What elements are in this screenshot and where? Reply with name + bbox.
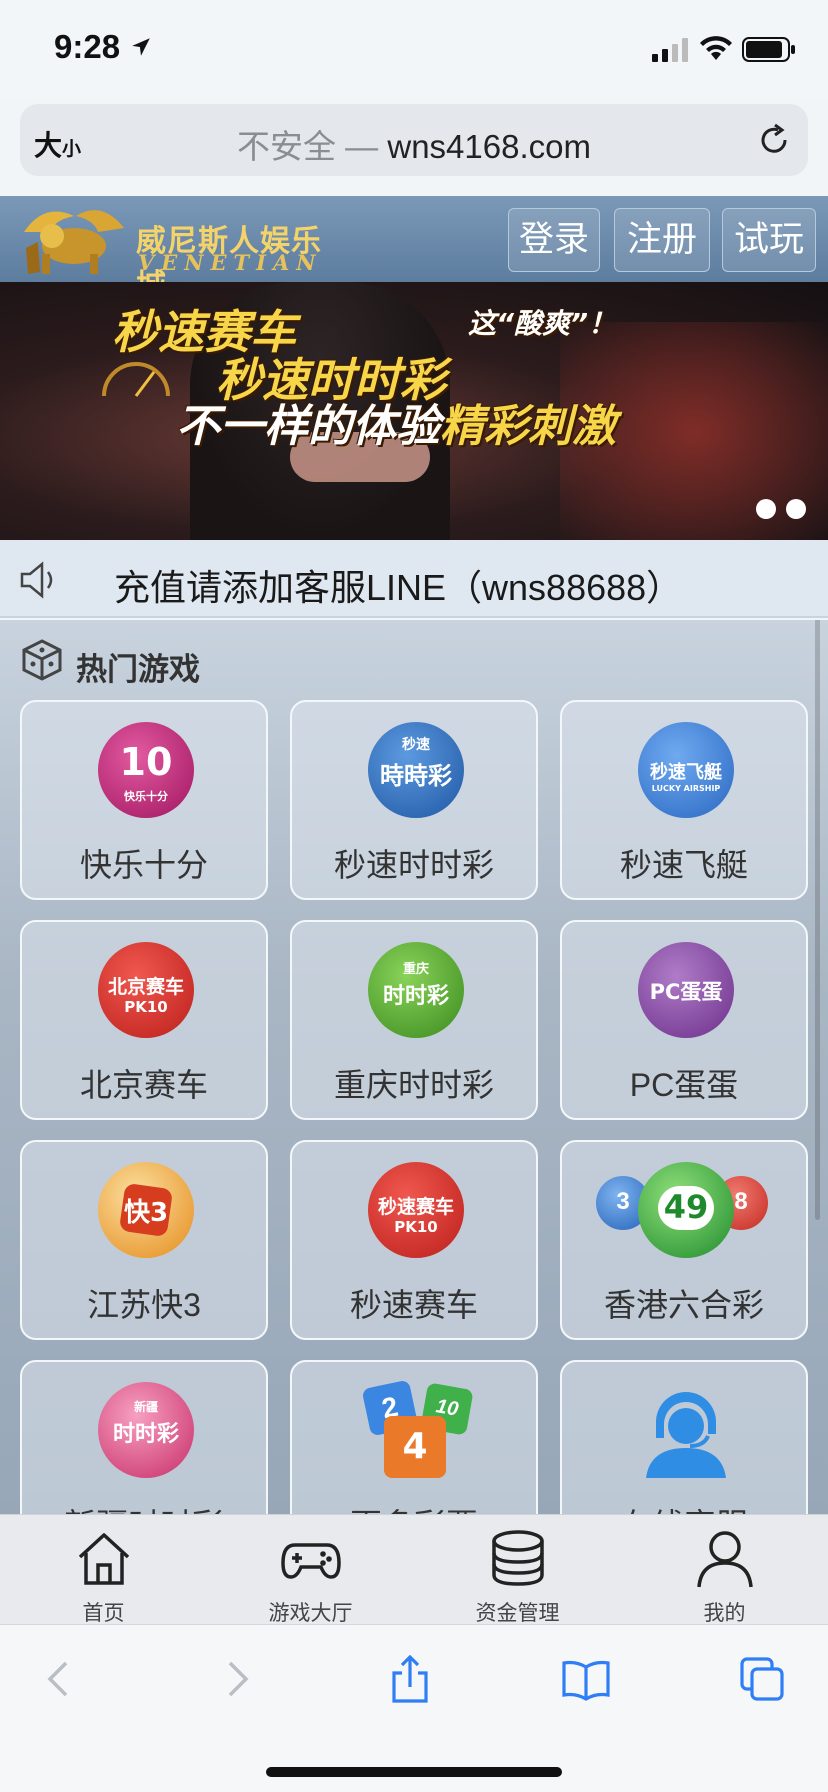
- bookmarks-icon[interactable]: [562, 1655, 610, 1703]
- status-bar: 9:28: [0, 0, 828, 100]
- game-label: 在线客服: [562, 1500, 806, 1514]
- notice-text: 充值请添加客服LINE（wns88688）: [114, 567, 683, 608]
- game-label: 香港六合彩: [603, 1287, 764, 1323]
- wifi-icon: [700, 36, 732, 60]
- home-icon: [78, 1533, 130, 1585]
- battery-icon: [742, 37, 795, 62]
- game-label: 北京赛车: [79, 1067, 208, 1103]
- winged-lion-icon: [24, 210, 124, 274]
- register-button[interactable]: 注册: [614, 208, 710, 272]
- reload-icon[interactable]: [756, 122, 792, 158]
- game-card-miaosu-feiting[interactable]: 秒速飞艇 LUCKY AIRSHIP 秒速飞艇: [560, 700, 808, 900]
- game-card-xinjiang-shishicai[interactable]: 新疆 时时彩 新疆时时彩: [20, 1360, 268, 1514]
- address-bar[interactable]: 大小 不安全 — wns4168.com: [20, 104, 808, 176]
- browser-toolbar: [0, 1624, 828, 1792]
- domain-label: wns4168.com: [387, 128, 591, 165]
- miaosu-feiting-icon: 秒速飞艇 LUCKY AIRSHIP: [638, 722, 734, 818]
- coins-icon: [492, 1530, 544, 1586]
- url-display[interactable]: 不安全 — wns4168.com: [20, 120, 808, 168]
- customer-service-icon: [646, 1392, 726, 1478]
- trial-button[interactable]: 试玩: [722, 208, 816, 272]
- carousel-dot[interactable]: [786, 499, 806, 519]
- game-card-kuaile-shifen[interactable]: 10 快乐十分 快乐十分: [20, 700, 268, 900]
- game-label: 更多彩票: [292, 1500, 536, 1514]
- tab-game-lobby[interactable]: 游戏大厅: [207, 1515, 414, 1625]
- cellular-signal-icon: [652, 38, 688, 62]
- game-card-hk-liuhecai[interactable]: 3 8 49 香港六合彩: [560, 1140, 808, 1340]
- game-card-customer-service[interactable]: 在线客服: [560, 1360, 808, 1514]
- miaosu-saiche-icon: 秒速赛车 PK10: [368, 1162, 464, 1258]
- tab-label: 游戏大厅: [268, 1602, 353, 1625]
- dice-icon: [22, 639, 62, 681]
- tab-funds[interactable]: 资金管理: [414, 1515, 621, 1625]
- game-section: 热门游戏 10 快乐十分 快乐十分 秒速 時時彩 秒速时时彩 秒速飞艇 LUCK…: [0, 620, 828, 1514]
- promo-banner[interactable]: 秒速赛车 这“酸爽”！ 秒速时时彩 不一样的体验精彩刺激: [0, 282, 828, 540]
- carousel-dot[interactable]: [756, 499, 776, 519]
- site-header: 威尼斯人娱乐城 VENETIAN 登录 注册 试玩: [0, 196, 828, 303]
- tabs-icon[interactable]: [738, 1655, 786, 1703]
- banner-line-3: 不一样的体验精彩刺激: [176, 401, 616, 452]
- jiangsu-kuai3-icon: 快3: [98, 1162, 194, 1258]
- gamepad-icon: [281, 1543, 341, 1579]
- miaosu-shishicai-icon: 秒速 時時彩: [368, 722, 464, 818]
- tab-home[interactable]: 首页: [0, 1515, 207, 1625]
- game-label: 江苏快3: [87, 1287, 201, 1323]
- more-lottery-icon: 4: [384, 1416, 446, 1478]
- hk-liuhecai-icon: 49: [638, 1162, 734, 1258]
- game-label: 新疆时时彩: [22, 1500, 266, 1514]
- game-label: 秒速时时彩: [333, 847, 494, 883]
- carousel-dots[interactable]: [746, 499, 806, 524]
- chongqing-shishicai-icon: 重庆 时时彩: [368, 942, 464, 1038]
- status-time: 9:28: [54, 28, 121, 65]
- tab-label: 首页: [82, 1602, 125, 1625]
- game-card-miaosu-saiche[interactable]: 秒速赛车 PK10 秒速赛车: [290, 1140, 538, 1340]
- game-label: 秒速飞艇: [619, 847, 748, 883]
- pc-dandan-icon: PC蛋蛋: [638, 942, 734, 1038]
- back-icon[interactable]: [36, 1655, 84, 1703]
- tab-label: 我的: [703, 1602, 746, 1625]
- kuaile-shifen-icon: 10 快乐十分: [98, 722, 194, 818]
- game-label: 重庆时时彩: [333, 1067, 494, 1103]
- game-card-more-lottery[interactable]: 2 10 4 更多彩票: [290, 1360, 538, 1514]
- xinjiang-shishicai-icon: 新疆 时时彩: [98, 1382, 194, 1478]
- banner-tag: 这“酸爽”！: [468, 307, 617, 340]
- tab-label: 资金管理: [475, 1602, 560, 1625]
- forward-icon[interactable]: [212, 1655, 260, 1703]
- game-card-miaosu-shishicai[interactable]: 秒速 時時彩 秒速时时彩: [290, 700, 538, 900]
- home-indicator: [266, 1767, 562, 1777]
- game-label: PC蛋蛋: [629, 1067, 739, 1103]
- section-title: 热门游戏: [76, 652, 200, 687]
- site-logo[interactable]: 威尼斯人娱乐城 VENETIAN: [14, 202, 324, 303]
- user-icon: [697, 1531, 753, 1588]
- game-label: 秒速赛车: [349, 1287, 478, 1323]
- logo-english-text: VENETIAN: [138, 250, 323, 275]
- login-button[interactable]: 登录: [508, 208, 600, 272]
- site-tab-bar: 首页 游戏大厅 资金管理 我的: [0, 1514, 828, 1625]
- tab-mine[interactable]: 我的: [621, 1515, 828, 1625]
- notice-bar: 充值请添加客服LINE（wns88688）: [0, 540, 828, 618]
- game-card-chongqing-shishicai[interactable]: 重庆 时时彩 重庆时时彩: [290, 920, 538, 1120]
- location-arrow-icon: [132, 38, 150, 56]
- game-card-beijing-saiche[interactable]: 北京赛车 PK10 北京赛车: [20, 920, 268, 1120]
- not-secure-label: 不安全 —: [237, 128, 379, 165]
- share-icon[interactable]: [386, 1655, 434, 1703]
- game-label: 快乐十分: [79, 847, 208, 883]
- speaker-icon: [20, 561, 53, 599]
- scroll-indicator[interactable]: [815, 620, 820, 1220]
- beijing-saiche-icon: 北京赛车 PK10: [98, 942, 194, 1038]
- game-card-pc-dandan[interactable]: PC蛋蛋 PC蛋蛋: [560, 920, 808, 1120]
- game-card-jiangsu-kuai3[interactable]: 快3 江苏快3: [20, 1140, 268, 1340]
